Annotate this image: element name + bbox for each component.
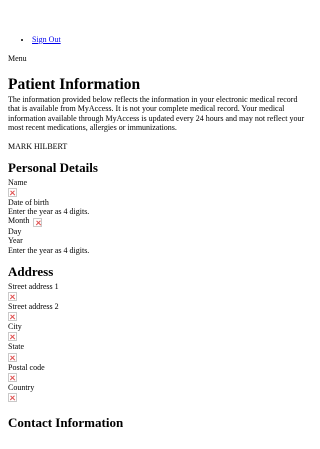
menu-label[interactable]: Menu (8, 54, 308, 63)
sign-out-link[interactable]: Sign Out (32, 35, 61, 44)
year-label: Year (8, 236, 23, 246)
postal-field: Postal code (8, 363, 308, 382)
city-label: City (8, 322, 22, 332)
contact-info-heading: Contact Information (8, 415, 124, 431)
personal-details-heading: Personal Details (8, 159, 98, 175)
state-label: State (8, 342, 24, 352)
postal-label: Postal code (8, 362, 45, 372)
street1-field: Street address 1 (8, 281, 308, 302)
address-heading: Address (8, 263, 54, 279)
street2-field: Street address 2 (8, 302, 308, 322)
intro-text: The information provided below reflects … (8, 95, 305, 133)
state-broken-image-icon (8, 352, 17, 362)
name-label: Name (8, 177, 28, 187)
country-broken-image-icon (8, 393, 17, 403)
month-broken-image-icon (33, 218, 43, 228)
city-field: City (8, 322, 308, 342)
month-row: Month (8, 216, 308, 228)
country-field: Country (8, 382, 308, 403)
nav-item-sign-out: Sign Out (32, 35, 308, 44)
city-broken-image-icon (8, 332, 17, 342)
day-label: Day (8, 227, 22, 237)
patient-name: MARK HILBERT (8, 141, 68, 151)
state-field: State (8, 342, 308, 362)
street2-label: Street address 2 (8, 302, 59, 312)
country-label: Country (8, 382, 35, 392)
page-title: Patient Information (8, 76, 141, 93)
dob-label: Date of birth (8, 197, 49, 207)
street1-label: Street address 1 (8, 281, 59, 291)
postal-broken-image-icon (8, 372, 17, 382)
page: Sign Out Menu Patient Information The in… (0, 35, 308, 430)
street2-broken-image-icon (8, 312, 17, 322)
year-hint-2: Enter the year as 4 digits. (8, 245, 90, 255)
top-nav: Sign Out (8, 35, 308, 44)
month-label: Month (8, 216, 30, 226)
name-broken-image-icon (8, 187, 17, 197)
street1-broken-image-icon (8, 292, 17, 302)
name-field: Name (8, 178, 308, 197)
year-hint-1: Enter the year as 4 digits. (8, 207, 90, 217)
